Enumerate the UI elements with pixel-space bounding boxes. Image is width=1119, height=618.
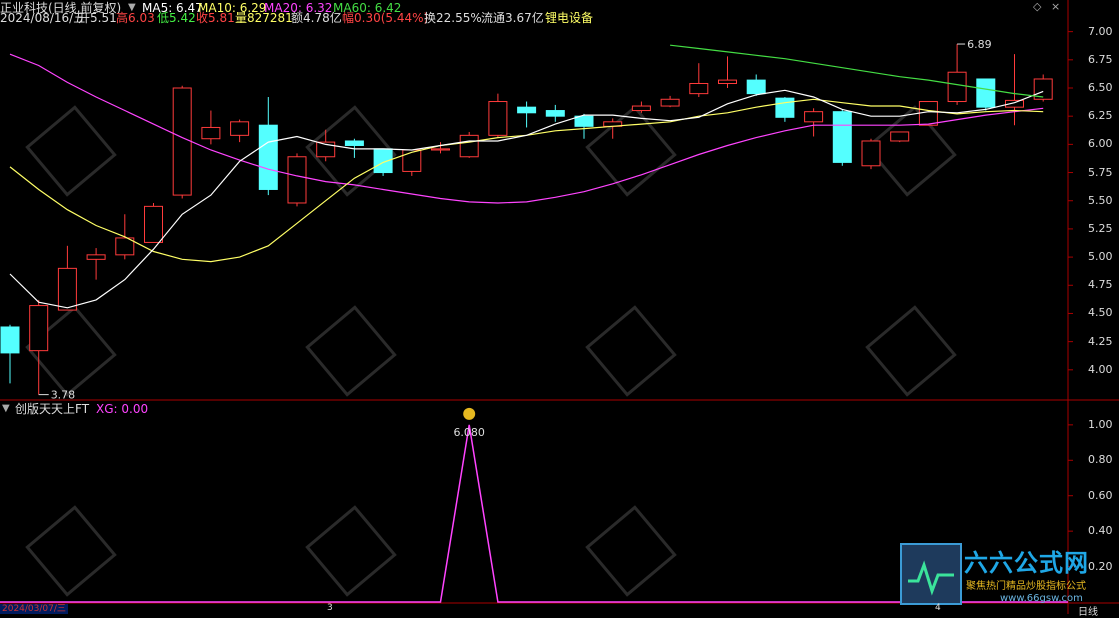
- info-sector[interactable]: 锂电设备: [545, 10, 593, 26]
- candle-body: [545, 110, 565, 117]
- candle-body: [86, 254, 106, 260]
- candle-body: [431, 148, 450, 151]
- money-bag-icon: [463, 407, 476, 420]
- candle-body: [660, 98, 680, 107]
- price-tick-label: 5.75: [1088, 165, 1113, 179]
- candle-body: [488, 101, 508, 136]
- price-tick-label: 5.00: [1088, 250, 1113, 264]
- candle-body: [402, 149, 422, 172]
- candle-body: [517, 106, 537, 114]
- ma60-line: [670, 44, 1044, 98]
- price-tick-label: 5.50: [1088, 193, 1113, 207]
- candle-body: [57, 267, 77, 311]
- candle-body: [230, 121, 250, 136]
- candle-body: [689, 82, 709, 95]
- price-tick-label: 6.50: [1088, 81, 1113, 94]
- candle-body: [890, 131, 910, 142]
- price-tick-label: 4.50: [1088, 306, 1113, 320]
- price-tick-label: 4.75: [1088, 278, 1113, 292]
- watermark-icon: [585, 305, 677, 397]
- info-close: 收5.81: [196, 11, 235, 25]
- candle-body: [861, 140, 881, 167]
- watermark-icon: [865, 305, 957, 397]
- candle-body: [976, 78, 996, 108]
- candle-body: [201, 126, 221, 140]
- candle-body: [832, 111, 852, 163]
- low-label: 3.78: [51, 389, 75, 402]
- info-high: 高6.03: [116, 11, 155, 25]
- logo-icon: [900, 543, 962, 605]
- info-float: 流通3.67亿: [481, 11, 544, 25]
- sub-tick-label: 0.20: [1088, 559, 1113, 573]
- period-label[interactable]: 日线: [1078, 603, 1098, 618]
- sub-peak-label: 6.080: [453, 426, 485, 439]
- candle-body: [287, 156, 307, 204]
- candle-body: [804, 111, 824, 123]
- info-turnover: 换22.55%: [424, 11, 482, 25]
- candle-body: [775, 97, 795, 118]
- price-tick-label: 6.75: [1088, 52, 1113, 66]
- info-date: 2024/08/16/五: [0, 11, 86, 25]
- price-tick-label: 6.25: [1088, 109, 1113, 123]
- price-tick-label: 4.00: [1088, 362, 1113, 376]
- high-label: 6.89: [967, 38, 992, 51]
- logo-title: 六六公式网: [964, 549, 1089, 577]
- watermark-icon: [305, 505, 397, 597]
- price-tick-label: 5.25: [1088, 221, 1113, 235]
- candle-body: [746, 79, 766, 95]
- bottom-tick-right: 4: [935, 603, 941, 613]
- logo-subtitle: 聚焦热门精品炒股指标公式: [966, 581, 1086, 592]
- candle-body: [631, 105, 651, 112]
- sub-tick-label: 0.80: [1088, 453, 1113, 467]
- candle-body: [344, 140, 364, 146]
- price-tick-label: 4.25: [1088, 334, 1113, 348]
- sub-indicator-name[interactable]: 创版天天上FT: [15, 401, 89, 417]
- watermark-icon: [305, 305, 397, 397]
- watermark-icon: [25, 105, 117, 197]
- info-volume: 量827281: [235, 11, 293, 25]
- info-row: 2024/08/16/五 开5.51 高6.03 低5.42 收5.81 量82…: [0, 10, 1066, 26]
- candle-body: [459, 134, 479, 158]
- bottom-tick-mid: 3: [327, 603, 333, 613]
- sub-tick-label: 0.40: [1088, 524, 1113, 538]
- sub-tick-label: 1.00: [1088, 417, 1113, 431]
- sub-tick-label: 0.60: [1088, 488, 1113, 502]
- info-amount: 额4.78亿: [291, 11, 342, 25]
- kline-chart: 6.89 3.78 6.080: [0, 0, 1119, 614]
- info-range: 幅0.30(5.44%): [342, 11, 429, 25]
- info-low: 低5.42: [157, 11, 196, 25]
- watermark-icon: [25, 505, 117, 597]
- watermark-logo: 六六公式网 聚焦热门精品炒股指标公式 www.66gsw.com: [900, 543, 1116, 605]
- info-open: 开5.51: [78, 11, 117, 25]
- candle-body: [718, 79, 737, 84]
- candle-body: [947, 71, 967, 103]
- sub-indicator-xg: XG: 0.00: [96, 402, 149, 416]
- candle-body: [172, 87, 192, 196]
- candle-body: [0, 326, 20, 354]
- candle-body: [918, 101, 938, 126]
- bottom-date: 2024/03/07/三: [0, 604, 68, 614]
- candle-body: [144, 205, 163, 243]
- price-tick-label: 6.00: [1088, 137, 1113, 151]
- watermark-icon: [585, 505, 677, 597]
- logo-url: www.66gsw.com: [1000, 593, 1083, 604]
- candle-body: [29, 305, 49, 352]
- candle-body: [258, 124, 278, 190]
- price-tick-label: 7.00: [1088, 24, 1113, 38]
- chevron-down-icon[interactable]: ▼: [2, 401, 10, 417]
